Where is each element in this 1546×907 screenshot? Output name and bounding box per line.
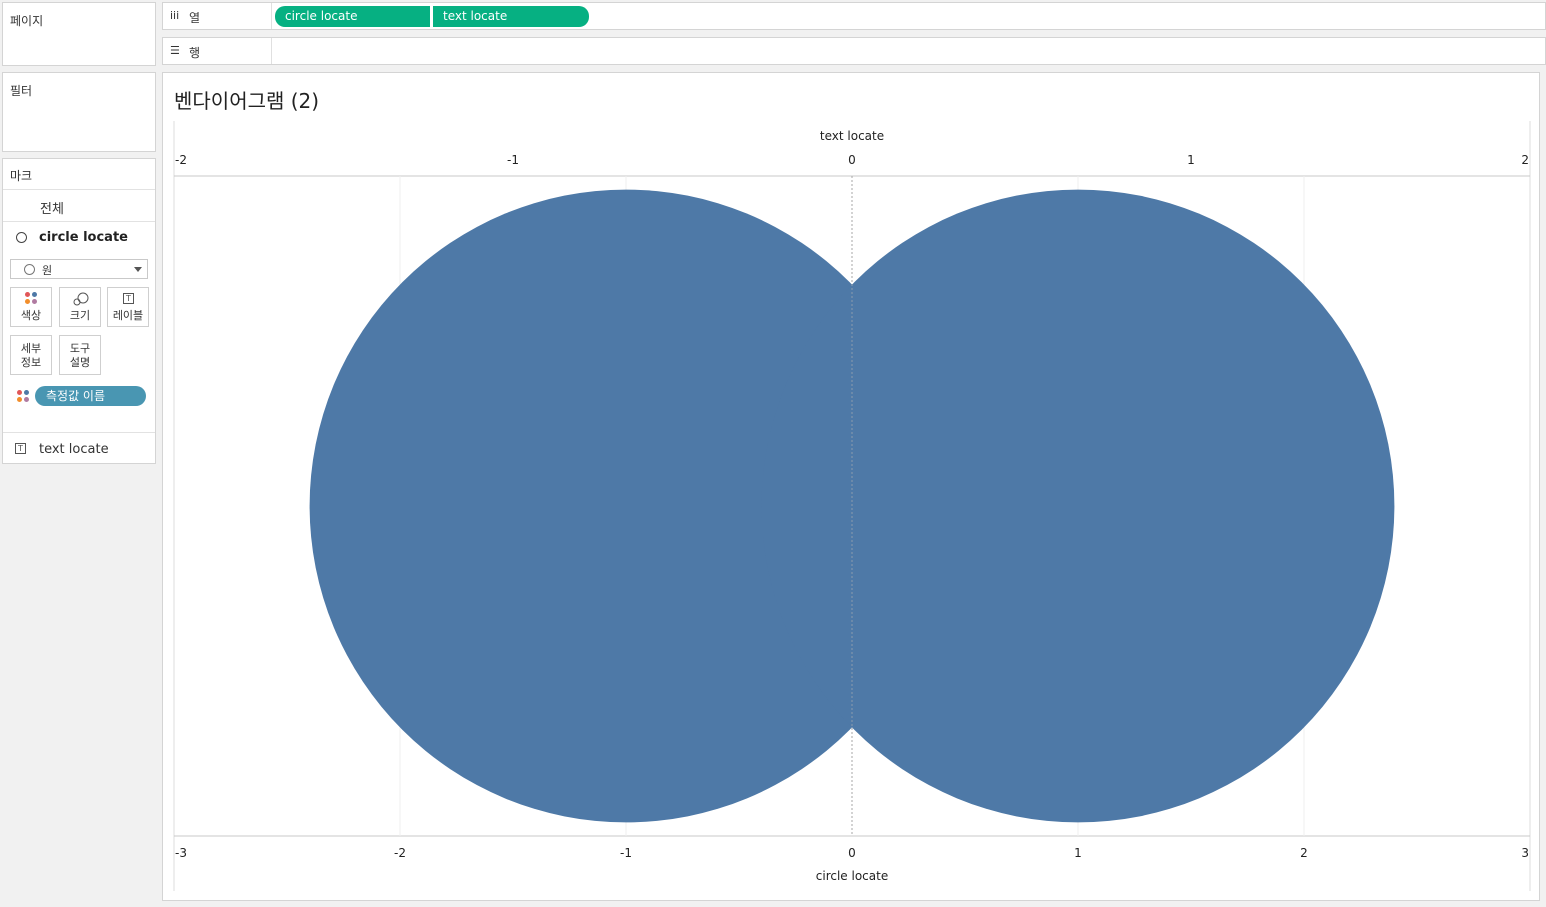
columns-icon: iii	[170, 9, 180, 22]
bottom-axis-tick-label: 0	[848, 846, 856, 860]
bottom-axis-label: circle locate	[816, 869, 888, 883]
circle-locate-pill[interactable]: circle locate	[275, 6, 430, 27]
bottom-axis-tick-label: 1	[1074, 846, 1082, 860]
top-axis-tick-label: 1	[1187, 153, 1195, 167]
top-axis-tick-label: 0	[848, 153, 856, 167]
marks-tab-all[interactable]: 전체	[3, 189, 155, 221]
bottom-axis-tick-label: -2	[394, 846, 406, 860]
rows-shelf-label: 행	[189, 46, 201, 60]
bottom-axis-tick-label: -1	[620, 846, 632, 860]
color-button-label: 색상	[20, 309, 42, 322]
text-locate-pill[interactable]: text locate	[433, 6, 589, 27]
text-mark-icon: T	[15, 443, 26, 454]
filters-title: 필터	[10, 84, 33, 98]
bottom-axis-tick-label: -3	[175, 846, 187, 860]
detail-button[interactable]: 세부 정보	[10, 335, 52, 375]
marks-tab-all-label: 전체	[40, 202, 64, 217]
chevron-down-icon	[134, 267, 142, 272]
circle-mark[interactable]	[761, 189, 1395, 823]
size-button-label: 크기	[69, 309, 91, 322]
mark-type-dropdown[interactable]: 원	[10, 259, 148, 279]
color-dots-icon	[11, 292, 51, 306]
marks-tab-circle-label: circle locate	[39, 230, 128, 245]
rows-icon: ☰	[170, 44, 180, 57]
bottom-axis-tick-label: 3	[1521, 846, 1529, 860]
size-icon	[60, 292, 100, 306]
pages-title: 페이지	[10, 14, 44, 28]
tooltip-button-label: 도구 설명	[69, 342, 91, 369]
chart[interactable]: text locate -2 -1 0 1 2 -3 -2 -1 0 1 2 3 circle locat…	[163, 73, 1539, 900]
filters-card[interactable]: 필터	[2, 72, 156, 152]
top-axis-tick-label: 2	[1521, 153, 1529, 167]
viz-card: 벤다이어그램 (2) text locate -2 -1 0 1 2 -3 -2 -1 0 1 2 3 c…	[162, 72, 1540, 901]
detail-button-label: 세부 정보	[20, 342, 42, 369]
color-dots-icon	[17, 390, 31, 404]
tooltip-button[interactable]: 도구 설명	[59, 335, 101, 375]
top-axis-tick-label: -2	[175, 153, 187, 167]
marks-card: 마크 전체 circle locate 원 색상 크기 T 레이블 세부 정보 …	[2, 158, 156, 464]
label-button-label: 레이블	[112, 309, 144, 322]
rows-shelf[interactable]: ☰ 행	[162, 37, 1546, 65]
text-label-icon: T	[108, 292, 148, 306]
circle-mark-icon	[16, 232, 27, 243]
shelves: iii 열 circle locate text locate ☰ 행	[162, 2, 1546, 66]
label-button[interactable]: T 레이블	[107, 287, 149, 327]
columns-shelf[interactable]: iii 열 circle locate text locate	[162, 2, 1546, 30]
size-button[interactable]: 크기	[59, 287, 101, 327]
measure-names-pill[interactable]: 측정값 이름	[35, 386, 146, 406]
columns-shelf-label: 열	[189, 11, 201, 25]
color-button[interactable]: 색상	[10, 287, 52, 327]
marks-tab-text-label: text locate	[39, 442, 109, 457]
marks-title: 마크	[10, 169, 33, 183]
bottom-axis-tick-label: 2	[1300, 846, 1308, 860]
mark-type-value: 원	[42, 264, 53, 277]
marks-tab-text-locate[interactable]: T text locate	[3, 432, 155, 464]
pages-card[interactable]: 페이지	[2, 2, 156, 66]
marks-tab-circle-locate[interactable]: circle locate	[3, 221, 155, 253]
top-axis-label: text locate	[820, 129, 884, 143]
circle-mark-icon	[24, 264, 35, 275]
top-axis-tick-label: -1	[507, 153, 519, 167]
